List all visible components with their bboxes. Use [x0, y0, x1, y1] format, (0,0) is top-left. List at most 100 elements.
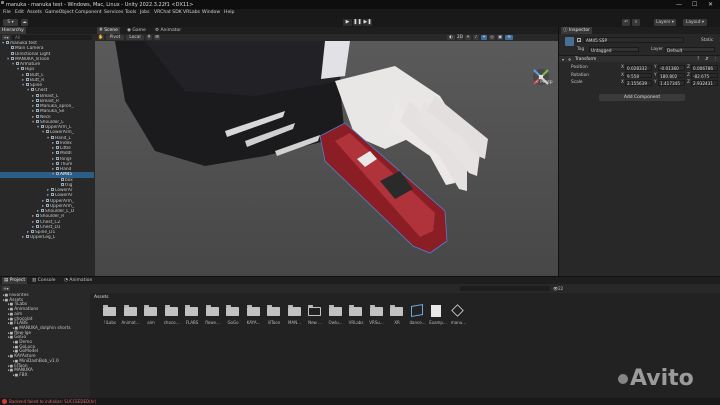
active-checkbox[interactable]: ✓: [577, 38, 581, 43]
draw-mode-icon[interactable]: ◐: [447, 35, 455, 40]
hidden-objects-icon[interactable]: ◎: [489, 35, 495, 40]
layer-dropdown[interactable]: Default: [665, 46, 715, 53]
menu-component[interactable]: Component: [75, 10, 102, 15]
menu-services[interactable]: Services: [104, 10, 123, 15]
snap-increment-icon[interactable]: ⊞: [154, 35, 160, 40]
hierarchy-search-input[interactable]: All: [12, 35, 92, 40]
cloud-icon[interactable]: ☁: [21, 18, 28, 26]
more-options-icon[interactable]: ⋮: [713, 57, 717, 62]
transform-y-field[interactable]: 180.802: [658, 72, 685, 78]
tab-project[interactable]: ▤ Project: [2, 277, 28, 284]
breadcrumb[interactable]: Assets: [94, 295, 109, 300]
step-button[interactable]: ▶❚: [363, 18, 372, 26]
audio-icon[interactable]: ♪: [473, 35, 479, 40]
gizmos-icon[interactable]: ⊕: [505, 35, 513, 40]
transform-x-field[interactable]: 9.558: [625, 72, 652, 78]
asset-item[interactable]: GoGo: [225, 305, 241, 329]
asset-item[interactable]: !iLabs: [102, 305, 118, 329]
asset-item[interactable]: Animat...: [121, 305, 140, 329]
help-icon[interactable]: ?: [697, 57, 699, 62]
status-message[interactable]: Backend failed to initialize: SUCCEEDED(…: [9, 399, 96, 404]
transform-x-field[interactable]: 2.155639: [625, 80, 652, 86]
static-toggle[interactable]: Static: [701, 38, 713, 43]
menu-file[interactable]: File: [3, 10, 11, 15]
search-icon[interactable]: ⌕: [632, 18, 640, 26]
hierarchy-tab-bar: Hierarchy: [0, 27, 95, 34]
transform-y-field[interactable]: 1.417345: [658, 80, 685, 86]
local-dropdown[interactable]: Local: [126, 35, 144, 40]
gameobject-cube-icon: [26, 235, 29, 239]
object-name-field[interactable]: AM45 SSP: [584, 37, 684, 43]
transform-z-field[interactable]: 2.932431: [691, 80, 718, 86]
lighting-icon[interactable]: ☀: [465, 35, 471, 40]
asset-item[interactable]: manu...: [450, 304, 467, 329]
close-button[interactable]: ✕: [708, 1, 713, 8]
grid-snap-icon[interactable]: #: [146, 35, 152, 40]
tab-inspector[interactable]: ⓘ Inspector: [561, 27, 592, 34]
tab-animation[interactable]: ◔ Animation: [62, 277, 94, 284]
asset-item[interactable]: flowe...: [205, 305, 221, 329]
menu-vrchat-sdk[interactable]: VRChat SDK: [154, 10, 182, 15]
asset-item[interactable]: aim: [143, 305, 159, 329]
menu-jobs[interactable]: Jobs: [140, 10, 149, 15]
foldout-arrow-icon[interactable]: ▾: [562, 57, 564, 62]
main-toolbar: S ▾ ☁ ▶ ❚❚ ▶❚ ↶ ⌕ Layers ▾ Layout ▾: [0, 17, 720, 27]
transform-z-field[interactable]: 0.006786: [691, 65, 718, 71]
layout-dropdown[interactable]: Layout ▾: [683, 18, 707, 26]
transform-header[interactable]: ▾ ✥ Transform ? ⇵ ⋮: [559, 55, 720, 62]
minimize-button[interactable]: —: [676, 1, 682, 8]
transform-y-field[interactable]: -0.01360: [658, 65, 685, 71]
menu-vrlabs[interactable]: VRLabs: [183, 10, 200, 15]
2d-toggle[interactable]: 2D: [457, 35, 463, 40]
asset-item[interactable]: Owlu...: [328, 305, 344, 329]
asset-item[interactable]: dance...: [410, 303, 426, 329]
menu-edit[interactable]: Edit: [15, 10, 24, 15]
asset-item[interactable]: Examp...: [429, 305, 447, 329]
transform-z-field[interactable]: -82.675: [691, 72, 718, 78]
tab-game[interactable]: ◉ Game: [125, 27, 148, 34]
folder-icon: [267, 305, 280, 316]
tab-hierarchy[interactable]: Hierarchy: [0, 27, 26, 34]
camera-settings-icon[interactable]: ▣: [497, 35, 503, 40]
preset-icon[interactable]: ⇵: [705, 57, 709, 62]
menu-tools[interactable]: Tools: [125, 10, 136, 15]
persp-label[interactable]: < Persp: [535, 80, 553, 85]
play-button[interactable]: ▶: [343, 18, 352, 26]
fx-icon[interactable]: ✦: [481, 35, 487, 40]
menu-gameobject[interactable]: GameObject: [45, 10, 74, 15]
tab-animator[interactable]: ⚙ Animator: [153, 27, 183, 34]
asset-item[interactable]: KAYA...: [246, 305, 262, 329]
tab-console[interactable]: ▥ Console: [30, 277, 58, 284]
asset-item[interactable]: lilToon: [266, 305, 282, 329]
asset-item[interactable]: XR: [389, 305, 405, 329]
folder-icon: [226, 305, 239, 316]
asset-item[interactable]: choco...: [164, 305, 180, 329]
add-component-button[interactable]: Add Component: [599, 94, 685, 101]
layers-dropdown[interactable]: Layers ▾: [654, 18, 676, 26]
hierarchy-row[interactable]: ▸ UpperLeg_L: [0, 235, 94, 240]
scene-viewport[interactable]: [95, 41, 558, 276]
asset-item[interactable]: MAN...: [287, 305, 303, 329]
undo-history-icon[interactable]: ↶: [622, 18, 630, 26]
hand-tool-icon[interactable]: ✋: [98, 35, 104, 40]
menu-assets[interactable]: Assets: [27, 10, 42, 15]
project-panel: ▤ Project ▥ Console ◔ Animation +▾ 👁22 ▸…: [0, 276, 720, 399]
asset-item[interactable]: VRLabs: [348, 305, 364, 329]
pause-button[interactable]: ❚❚: [353, 18, 362, 26]
asset-item[interactable]: New ...: [307, 305, 323, 329]
tag-dropdown[interactable]: Untagged: [589, 46, 639, 53]
tab-scene[interactable]: # Scene: [97, 27, 120, 34]
project-tree-item[interactable]: ▸■ FBX: [13, 373, 28, 378]
pivot-dropdown[interactable]: Pivot: [106, 35, 124, 40]
transform-x-field[interactable]: 0.028332: [625, 65, 652, 71]
create-asset-button[interactable]: +▾: [2, 286, 10, 291]
account-dropdown[interactable]: S ▾: [3, 18, 18, 26]
project-search-input[interactable]: [460, 286, 550, 291]
maximize-button[interactable]: ☐: [692, 1, 697, 8]
add-object-button[interactable]: +▾: [2, 35, 10, 40]
asset-item[interactable]: FLABS: [184, 305, 200, 329]
menu-help[interactable]: Help: [224, 10, 234, 15]
gameobject-cube-icon: [26, 72, 29, 76]
asset-item[interactable]: VRSu...: [369, 305, 385, 329]
menu-window[interactable]: Window: [202, 10, 220, 15]
